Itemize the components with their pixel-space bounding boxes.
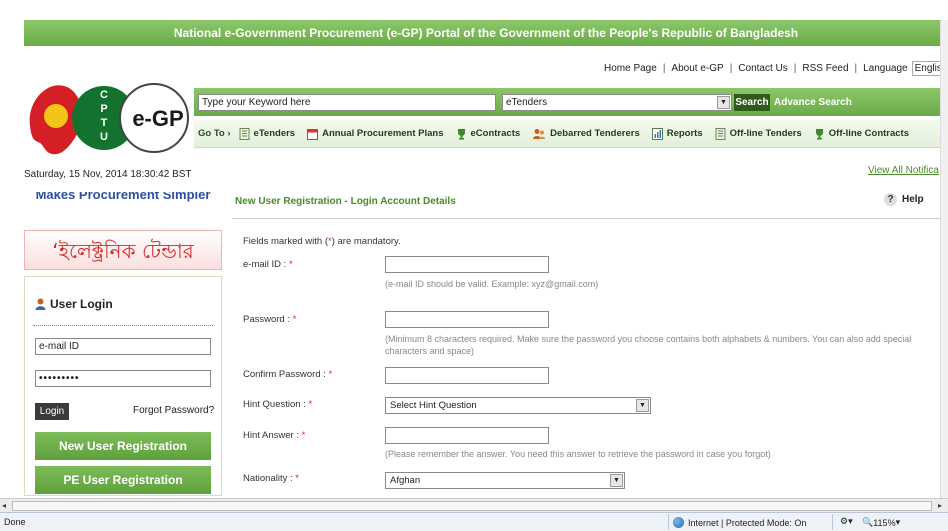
search-bar: Type your Keyword here eTenders ▼ Search… [194,88,948,116]
zoom-icon: 🔍 [862,517,874,527]
svg-text:T: T [101,117,108,129]
nav-bar: Go To › eTenders Annual Procurement Plan… [194,120,948,148]
email-label: e-mail ID : * [243,259,293,270]
svg-text:U: U [100,131,108,143]
scroll-left-icon[interactable]: ◂ [2,501,6,510]
tagline-banner: Makes Procurement Simpler [24,192,222,210]
search-category-value: eTenders [506,97,548,108]
chevron-down-icon[interactable]: ▼ [610,474,623,487]
language-label: Language [863,62,908,74]
window-edge [0,0,8,512]
mandatory-note: Fields marked with (*) are mandatory. [243,236,401,247]
hint-question-select[interactable]: Select Hint Question ▼ [385,397,651,414]
nav-item-offline-tenders[interactable]: Off-line Tenders [715,127,802,140]
confirm-password-field[interactable] [385,367,549,384]
trophy-icon [457,128,465,139]
nav-item-reports[interactable]: Reports [651,127,703,140]
hint-question-label: Hint Question : * [243,399,313,410]
user-login-panel: User Login e-mail ID ••••••••• Login For… [24,276,222,496]
current-datetime: Saturday, 15 Nov, 2014 18:30:42 BST [24,169,192,180]
password-field[interactable] [385,311,549,328]
login-button[interactable]: Login [35,403,69,420]
pe-user-registration-button[interactable]: PE User Registration [35,466,211,494]
rss-link[interactable]: RSS Feed [802,63,848,74]
user-icon [35,298,46,310]
new-user-registration-button[interactable]: New User Registration [35,432,211,460]
view-all-notifications-link[interactable]: View All Notifica [868,165,939,176]
scroll-right-icon[interactable]: ▸ [938,501,942,510]
browser-page: National e-Government Procurement (e-GP)… [0,0,948,531]
separator: | [854,62,858,74]
divider [232,218,948,219]
report-icon [651,127,663,140]
protected-mode-icon[interactable]: ⚙▾ [840,516,853,527]
confirm-password-label: Confirm Password : * [243,369,333,380]
document-icon [715,127,726,140]
password-hint: (Minimum 8 characters required. Make sur… [385,334,912,356]
top-links: Home Page | About e-GP | Contact Us | RS… [604,60,948,76]
help-icon: ? [884,193,897,206]
separator: | [729,62,733,74]
chevron-down-icon[interactable]: ▼ [636,399,649,412]
scrollbar-thumb[interactable] [12,501,932,511]
calendar-icon [307,128,319,140]
help-link[interactable]: ? Help [884,193,924,206]
separator [832,514,833,530]
electronic-tender-banner: ‘ইলেক্ট্রনিক টেন্ডার [24,230,222,270]
egp-logo[interactable]: C P T U e-GP [22,74,194,160]
nav-item-etenders[interactable]: eTenders [239,127,295,140]
hint-answer-field[interactable] [385,427,549,444]
svg-text:C: C [100,89,108,101]
tagline-text: Makes Procurement Simpler [36,192,211,202]
login-password-input[interactable]: ••••••••• [35,370,211,387]
document-icon [239,127,250,140]
search-button[interactable]: Search [734,94,770,111]
people-icon [533,128,546,139]
search-category-select[interactable]: eTenders ▼ [502,94,732,111]
nav-item-offline-contracts[interactable]: Off-line Contracts [814,128,909,140]
nav-item-app[interactable]: Annual Procurement Plans [307,128,444,140]
separator: | [662,62,666,74]
divider [33,325,213,326]
hint-answer-hint: (Please remember the answer. You need th… [385,449,771,459]
nationality-select[interactable]: Afghan ▼ [385,472,625,489]
separator [668,514,669,530]
contact-link[interactable]: Contact Us [738,63,787,74]
globe-icon [673,517,684,528]
chevron-down-icon[interactable]: ▼ [717,96,730,109]
portal-banner: National e-Government Procurement (e-GP)… [24,20,948,46]
separator: | [793,62,797,74]
email-field[interactable] [385,256,549,273]
zoom-level[interactable]: 🔍 115% ▾ [862,517,900,528]
bangladesh-map-dot [44,104,68,128]
svg-text:P: P [100,103,107,115]
trophy-icon [815,128,823,139]
goto-label: Go To › [198,128,231,139]
status-bar: Done Internet | Protected Mode: On ⚙▾ 🔍 … [0,512,948,531]
hint-answer-label: Hint Answer : * [243,430,306,441]
keyword-search-input[interactable]: Type your Keyword here [198,94,496,111]
security-zone[interactable]: Internet | Protected Mode: On [673,517,806,528]
forgot-password-link[interactable]: Forgot Password? [133,405,214,416]
nationality-label: Nationality : * [243,473,299,484]
login-title: User Login [35,297,113,311]
advance-search-link[interactable]: Advance Search [774,94,852,111]
home-link[interactable]: Home Page [604,63,657,74]
nav-item-econtracts[interactable]: eContracts [456,128,520,140]
login-email-input[interactable]: e-mail ID [35,338,211,355]
chevron-down-icon: ▾ [895,517,901,527]
svg-text:e-GP: e-GP [132,106,183,131]
password-label: Password : * [243,314,297,325]
status-text: Done [4,517,26,527]
email-hint: (e-mail ID should be valid. Example: xyz… [385,279,599,289]
nav-item-debarred[interactable]: Debarred Tenderers [532,128,640,140]
page-title: New User Registration - Login Account De… [235,196,456,207]
horizontal-scrollbar[interactable]: ◂ ▸ [0,498,948,512]
vertical-scrollbar[interactable] [940,20,948,498]
about-link[interactable]: About e-GP [671,63,723,74]
